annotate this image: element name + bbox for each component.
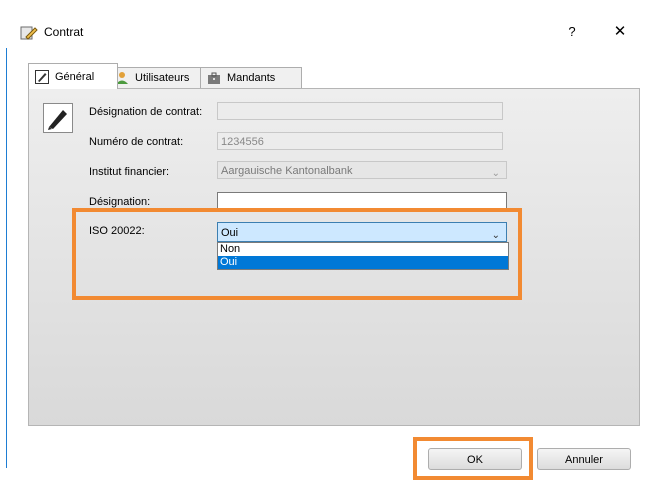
pen-large-icon — [43, 103, 73, 133]
cancel-button[interactable]: Annuler — [537, 448, 631, 470]
iso20022-dropdown: Non Oui — [217, 242, 509, 270]
institut-financier-select: Aargauische Kantonalbank ⌄ — [217, 161, 507, 179]
chevron-down-icon: ⌄ — [491, 168, 500, 179]
option-non[interactable]: Non — [218, 243, 508, 256]
designation-field[interactable] — [217, 192, 507, 210]
iso20022-select[interactable]: Oui ⌄ — [217, 222, 507, 242]
designation-label: Désignation: — [89, 196, 151, 208]
numero-contrat-label: Numéro de contrat: — [89, 136, 184, 148]
tab-utilisateurs[interactable]: Utilisateurs — [108, 67, 210, 88]
ok-button[interactable]: OK — [428, 448, 522, 470]
close-button[interactable]: ✕ — [608, 21, 632, 43]
edit-document-icon — [20, 25, 38, 41]
numero-contrat-field[interactable]: 1234556 — [217, 132, 503, 150]
tab-label: Utilisateurs — [135, 72, 190, 84]
designation-contrat-field[interactable] — [217, 102, 503, 120]
tab-general[interactable]: Général — [28, 63, 118, 89]
designation-contrat-label: Désignation de contrat: — [89, 106, 203, 118]
pen-icon — [35, 69, 49, 84]
top-strip — [0, 0, 646, 8]
institut-financier-value: Aargauische Kantonalbank — [221, 165, 353, 177]
institut-financier-label: Institut financier: — [89, 166, 170, 178]
option-oui[interactable]: Oui — [218, 256, 508, 269]
tab-label: Mandants — [227, 72, 276, 84]
general-panel: Désignation de contrat: Numéro de contra… — [28, 88, 640, 426]
window-title: Contrat — [44, 25, 84, 39]
iso20022-value: Oui — [221, 227, 239, 239]
help-button[interactable]: ? — [560, 21, 584, 43]
iso20022-label: ISO 20022: — [89, 225, 145, 237]
tab-label: Général — [55, 70, 95, 83]
window-border — [6, 48, 7, 468]
tab-mandants[interactable]: Mandants — [200, 67, 302, 88]
title-bar: Contrat ? ✕ — [0, 13, 646, 49]
briefcase-icon — [207, 71, 221, 85]
